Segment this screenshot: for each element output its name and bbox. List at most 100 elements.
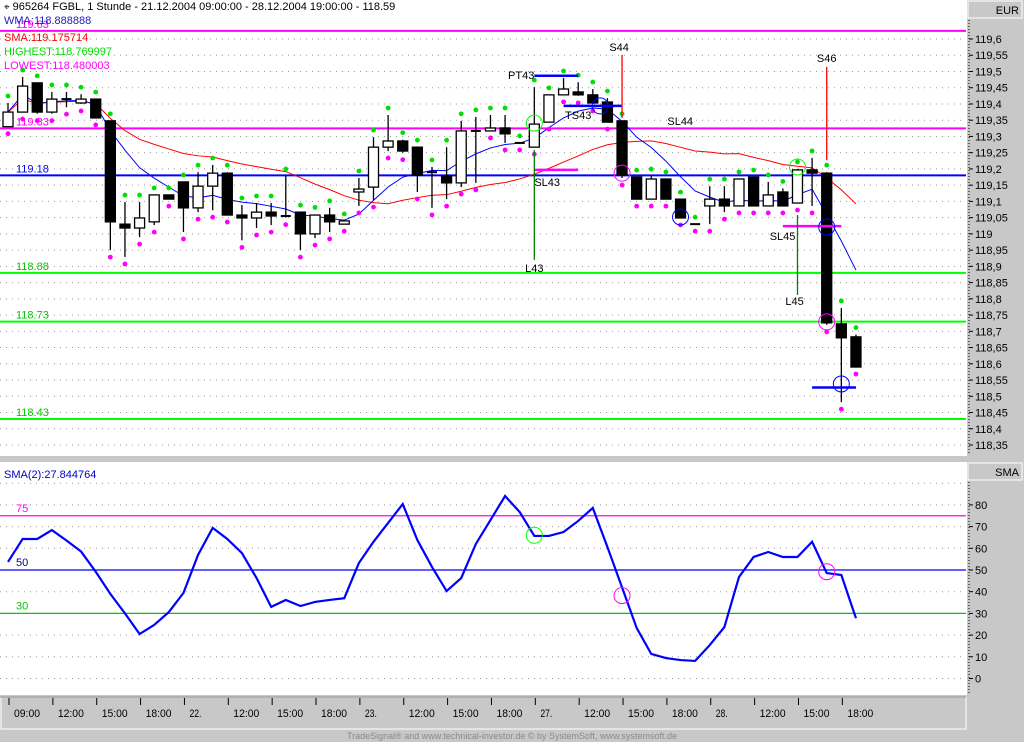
resistance-dot — [429, 157, 435, 163]
time-tick-label: 18:00 — [146, 708, 172, 720]
candle-body — [236, 214, 248, 219]
support-dot — [634, 203, 640, 209]
oscillator-level-label: 50 — [16, 557, 28, 569]
annotation-s44: S44 — [609, 42, 629, 54]
resistance-dot — [312, 204, 318, 210]
time-tick-label: 09:00 — [14, 708, 40, 720]
resistance-dot — [853, 325, 859, 330]
support-dot — [107, 254, 113, 260]
resistance-dot — [517, 133, 523, 139]
support-dot — [488, 135, 493, 141]
candle — [631, 176, 643, 200]
time-tick-label: 15:00 — [277, 708, 303, 720]
level-label: 118.88 — [16, 261, 49, 273]
support-dot — [371, 204, 376, 210]
annotation-pt43: PT43 — [508, 70, 534, 82]
support-dot — [298, 254, 303, 260]
time-tick-label: 15:00 — [803, 708, 829, 720]
support-dot — [356, 210, 362, 216]
support-dot — [736, 210, 742, 216]
annotation-sl44: SL44 — [667, 116, 693, 128]
candle — [338, 220, 350, 225]
candle-body — [367, 146, 380, 188]
candle-body — [645, 178, 657, 200]
candle-body — [411, 146, 424, 176]
legend-sma: SMA:119.175714 — [4, 32, 89, 44]
oscillator-tick-label: 0 — [975, 674, 981, 686]
oscillator-tick-label: 30 — [975, 608, 987, 620]
candle-body — [177, 181, 190, 209]
chart-title-text: 965264 FGBL, 1 Stunde - 21.12.2004 09:00… — [12, 1, 396, 13]
oscillator-tick-label: 40 — [975, 587, 987, 599]
oscillator-tick-label: 20 — [975, 630, 987, 642]
support-dot — [605, 126, 610, 132]
price-tick-label: 118,8 — [975, 294, 1002, 306]
support-dot — [224, 219, 230, 225]
resistance-dot — [488, 105, 493, 111]
candle — [455, 120, 467, 188]
candle-body — [323, 214, 336, 223]
candle-body — [572, 91, 584, 96]
oscillator-tick-label: 60 — [975, 543, 987, 555]
candle-body — [455, 130, 467, 184]
time-tick-label: 12:00 — [233, 708, 259, 720]
price-tick-label: 119,1 — [975, 196, 1002, 208]
price-tick-label: 119,05 — [975, 213, 1008, 225]
candle — [90, 98, 102, 119]
resistance-dot — [458, 111, 464, 117]
support-dot — [210, 214, 216, 220]
candle-body — [148, 194, 160, 223]
candle-body — [90, 98, 102, 119]
level-label: 118.43 — [16, 407, 49, 419]
time-tick-label: 12:00 — [58, 708, 84, 720]
resistance-dot — [166, 185, 172, 191]
candle-body — [718, 198, 731, 207]
chart-title: ⌖ 965264 FGBL, 1 Stunde - 21.12.2004 09:0… — [4, 1, 395, 14]
chart-canvas[interactable]: 119.63119.33119.18118.88118.73118.437550… — [0, 0, 1024, 742]
crosshair-icon: ⌖ — [4, 2, 10, 13]
support-dot — [473, 187, 479, 193]
support-dot — [721, 216, 727, 222]
price-tick-label: 119,4 — [975, 99, 1002, 111]
resistance-dot — [414, 137, 420, 143]
time-tick-label: 15:00 — [102, 708, 128, 720]
support-dot — [181, 236, 186, 242]
candle — [733, 178, 745, 207]
candle-body — [207, 172, 219, 187]
resistance-dot — [107, 111, 113, 117]
price-axis-currency: EUR — [996, 5, 1019, 17]
support-dot — [312, 242, 318, 248]
support-dot — [327, 236, 333, 242]
resistance-dot — [736, 169, 742, 175]
support-dot — [137, 241, 142, 247]
support-dot — [838, 406, 844, 412]
level-label: 118.73 — [16, 310, 49, 322]
price-tick-label: 119,5 — [975, 66, 1002, 78]
candle-body — [835, 323, 847, 339]
time-tick-label: 18:00 — [496, 708, 522, 720]
resistance-dot — [268, 193, 274, 199]
support-dot — [795, 207, 800, 213]
support-dot — [254, 232, 259, 238]
oscillator-tick-label: 80 — [975, 500, 987, 512]
resistance-dot — [78, 84, 84, 90]
resistance-dot — [707, 176, 713, 182]
candle-body — [762, 194, 774, 207]
price-tick-label: 118,5 — [975, 391, 1002, 403]
candle — [645, 176, 657, 200]
candle-body — [616, 120, 628, 176]
oscillator-tick-label: 70 — [975, 522, 987, 534]
resistance-dot — [298, 202, 303, 208]
support-dot — [78, 108, 84, 114]
candle-body — [557, 88, 570, 96]
price-tick-label: 118,4 — [975, 424, 1002, 436]
footer-credit: TradeSignal® and www.technical-investor.… — [346, 731, 678, 741]
price-tick-label: 118,75 — [975, 310, 1008, 322]
support-dot — [20, 116, 26, 122]
resistance-dot — [64, 82, 69, 88]
time-tick-label: 18:00 — [672, 708, 698, 720]
price-tick-label: 119,6 — [975, 34, 1002, 46]
support-dot — [444, 203, 449, 209]
resistance-dot — [327, 198, 333, 204]
candle-body — [2, 111, 14, 128]
